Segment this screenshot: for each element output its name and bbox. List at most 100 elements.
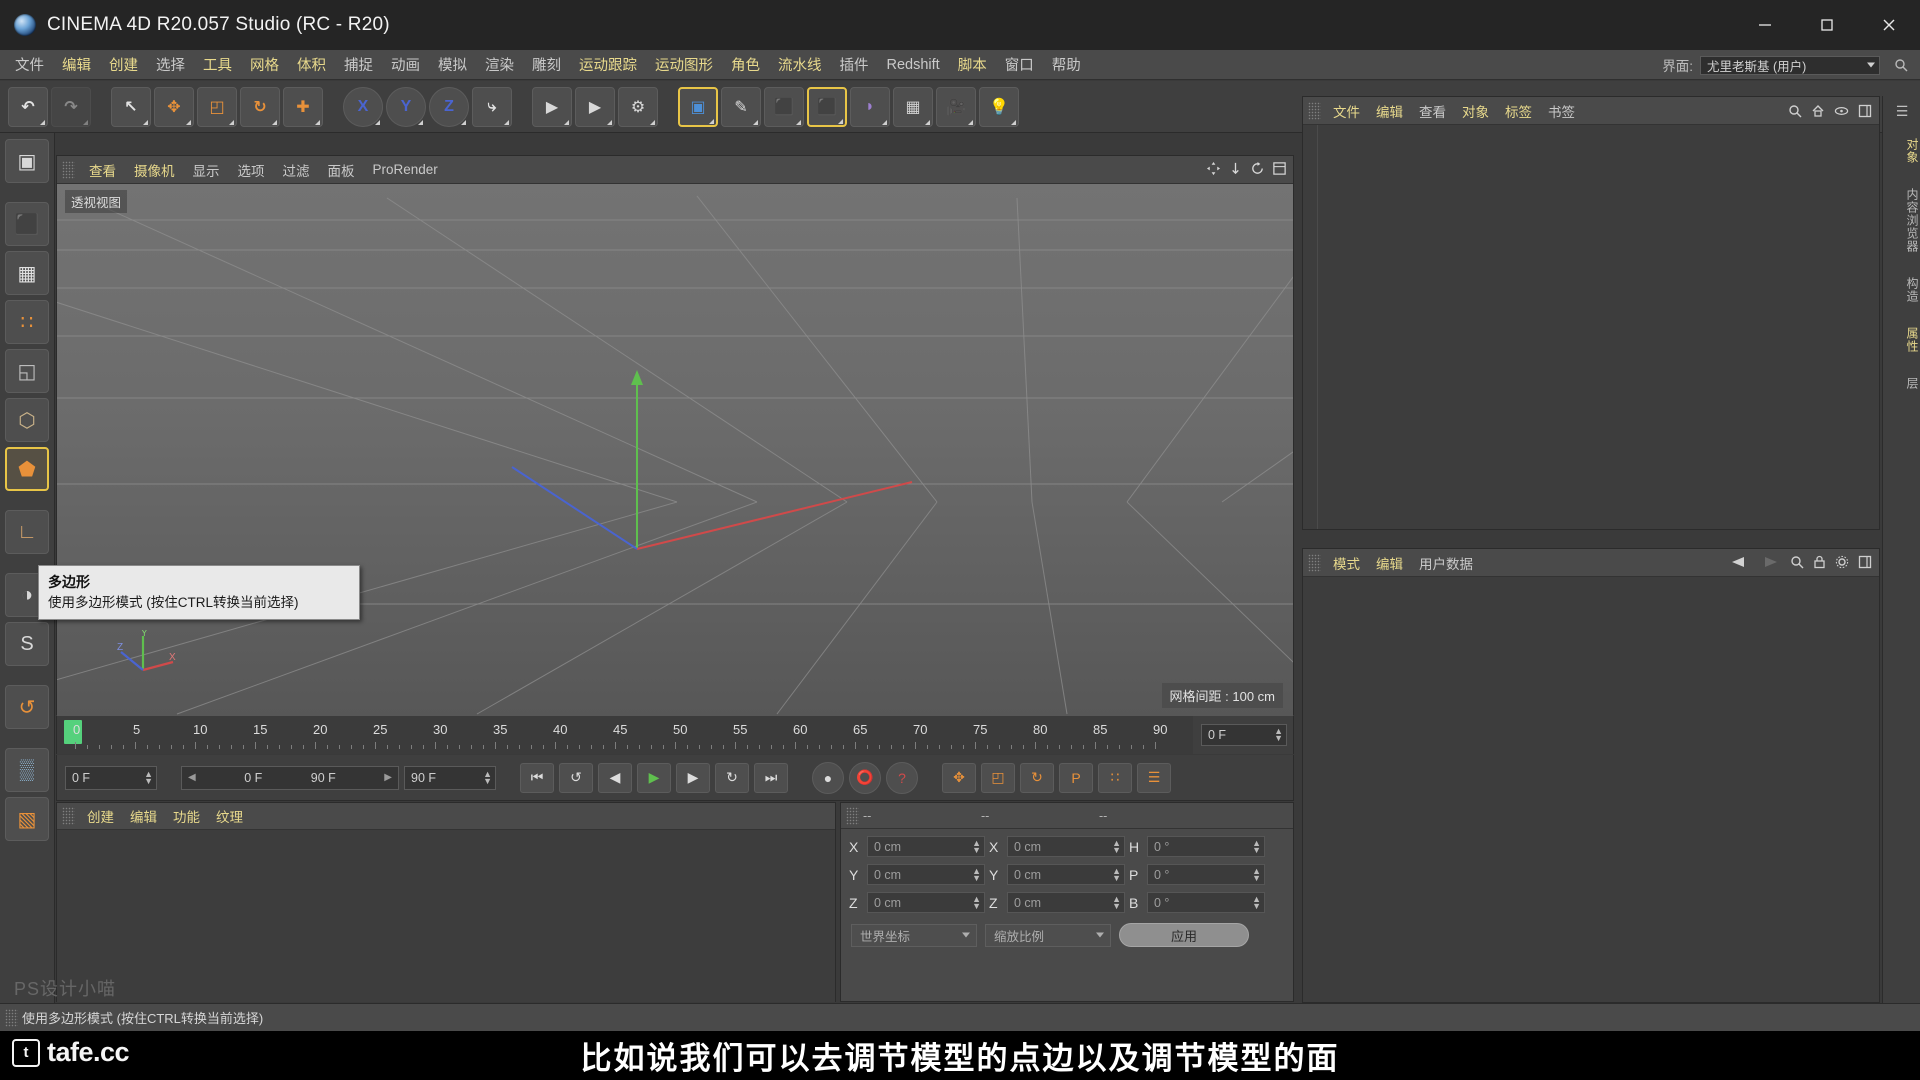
menu-item-9[interactable]: 模拟: [429, 50, 476, 80]
position-key-button[interactable]: ✥: [942, 762, 976, 793]
gear-icon[interactable]: [1835, 555, 1849, 572]
home-icon[interactable]: [1811, 104, 1825, 121]
right-tabs-menu-icon[interactable]: ☰: [1883, 96, 1920, 126]
dropdown-corner-icon[interactable]: [925, 119, 930, 125]
viewport-canvas[interactable]: Z Y X 透视视图 网格间距 : 100 cm: [57, 184, 1293, 716]
coord-rotation-input[interactable]: 0 ° ▲ ▼: [1147, 892, 1265, 913]
search-icon[interactable]: [1788, 104, 1802, 121]
dropdown-corner-icon[interactable]: [418, 119, 423, 125]
range-left-handle-icon[interactable]: ◀: [188, 772, 196, 783]
scale-mode-dropdown[interactable]: 缩放比例: [985, 923, 1111, 947]
viewport-menu-3[interactable]: 选项: [230, 156, 273, 184]
move-tool-button[interactable]: ✥: [154, 86, 194, 127]
attribute-menu-0[interactable]: 模式: [1325, 549, 1368, 577]
right-tab-3[interactable]: 属性: [1883, 315, 1920, 365]
timeline-range-bar[interactable]: ◀ 0 F 90 F ▶: [181, 765, 399, 790]
transform-tool-button[interactable]: ✚: [283, 86, 323, 127]
maximize-button[interactable]: [1796, 0, 1858, 50]
uv-points-button[interactable]: ▒: [5, 748, 49, 792]
workplane-button[interactable]: S: [5, 622, 49, 666]
dropdown-corner-icon[interactable]: [186, 119, 191, 125]
add-cube-object-button[interactable]: ▣: [678, 86, 718, 127]
dropdown-corner-icon[interactable]: [1011, 119, 1016, 125]
render-region-button[interactable]: ▶: [575, 86, 615, 127]
points-mode-button[interactable]: ∷: [5, 300, 49, 344]
object-menu-1[interactable]: 编辑: [1368, 97, 1411, 125]
spinner-icon[interactable]: ▲ ▼: [972, 894, 981, 910]
rotate-view-icon[interactable]: [1250, 161, 1265, 179]
parameter-key-button[interactable]: P: [1059, 762, 1093, 793]
spinner-icon[interactable]: ▲ ▼: [1112, 838, 1121, 854]
panel-grip-icon[interactable]: [62, 807, 75, 825]
object-menu-5[interactable]: 书签: [1540, 97, 1583, 125]
panel-grip-icon[interactable]: [1308, 553, 1321, 572]
dropdown-corner-icon[interactable]: [564, 119, 569, 125]
axis-mode-button[interactable]: ∟: [5, 510, 49, 554]
scale-key-button[interactable]: ◰: [981, 762, 1015, 793]
redo-button[interactable]: ↷: [51, 86, 91, 127]
scale-tool-button[interactable]: ◰: [197, 86, 237, 127]
interface-dropdown[interactable]: 尤里老斯基 (用户): [1700, 55, 1880, 75]
dropdown-corner-icon[interactable]: [607, 119, 612, 125]
menu-item-3[interactable]: 选择: [147, 50, 194, 80]
back-arrow-icon[interactable]: [1728, 555, 1750, 572]
texture-mode-button[interactable]: ▦: [5, 251, 49, 295]
menu-item-17[interactable]: Redshift: [878, 50, 949, 80]
dropdown-corner-icon[interactable]: [709, 118, 714, 124]
panel-icon[interactable]: [1858, 104, 1872, 121]
add-light-button[interactable]: 💡: [979, 86, 1019, 127]
panel-grip-icon[interactable]: [1308, 101, 1321, 120]
goto-end-button[interactable]: ⏭: [754, 762, 788, 793]
object-menu-0[interactable]: 文件: [1325, 97, 1368, 125]
coord-position-input[interactable]: 0 cm ▲ ▼: [867, 836, 985, 857]
minimize-button[interactable]: [1734, 0, 1796, 50]
viewport-menu-6[interactable]: ProRender: [365, 156, 446, 184]
panel-grip-icon[interactable]: [846, 806, 859, 825]
dropdown-corner-icon[interactable]: [838, 118, 843, 124]
dropdown-corner-icon[interactable]: [229, 119, 234, 125]
spinner-icon[interactable]: ▲ ▼: [972, 838, 981, 854]
lock-icon[interactable]: [1813, 555, 1826, 572]
render-settings-button[interactable]: ⚙: [618, 86, 658, 127]
dropdown-corner-icon[interactable]: [461, 119, 466, 125]
spinner-icon[interactable]: ▲ ▼: [972, 866, 981, 882]
viewport-menu-0[interactable]: 查看: [81, 156, 124, 184]
material-menu-1[interactable]: 编辑: [122, 802, 165, 830]
coord-position-input[interactable]: 0 cm ▲ ▼: [867, 864, 985, 885]
step-back-button[interactable]: ◀: [598, 762, 632, 793]
menu-item-15[interactable]: 流水线: [769, 50, 831, 80]
search-icon[interactable]: [1894, 58, 1908, 75]
object-menu-4[interactable]: 标签: [1497, 97, 1540, 125]
right-tab-1[interactable]: 内容浏览器: [1883, 176, 1920, 265]
viewport-menu-4[interactable]: 过滤: [275, 156, 318, 184]
timeline-start-field[interactable]: 0 F ▲ ▼: [65, 765, 157, 790]
coord-size-input[interactable]: 0 cm ▲ ▼: [1007, 836, 1125, 857]
coord-position-input[interactable]: 0 cm ▲ ▼: [867, 892, 985, 913]
dropdown-corner-icon[interactable]: [40, 119, 45, 125]
material-menu-2[interactable]: 功能: [165, 802, 208, 830]
material-menu-0[interactable]: 创建: [79, 802, 122, 830]
point-level-anim-button[interactable]: ∷: [1098, 762, 1132, 793]
current-frame-field[interactable]: 0 F ▲ ▼: [1201, 724, 1287, 746]
play-button[interactable]: ▶: [637, 762, 671, 793]
add-spline-button[interactable]: ✎: [721, 86, 761, 127]
menu-item-12[interactable]: 运动跟踪: [570, 50, 646, 80]
apply-button[interactable]: 应用: [1119, 923, 1249, 947]
spinner-icon[interactable]: ▲ ▼: [1112, 866, 1121, 882]
add-array-button[interactable]: ⬛: [807, 86, 847, 127]
select-tool-button[interactable]: ↖: [111, 86, 151, 127]
right-tab-4[interactable]: 层: [1883, 365, 1920, 402]
spinner-icon[interactable]: ▲ ▼: [1274, 727, 1283, 743]
spinner-icon[interactable]: ▲ ▼: [1252, 894, 1261, 910]
add-scene-object-button[interactable]: ▦: [893, 86, 933, 127]
add-camera-button[interactable]: 🎥: [936, 86, 976, 127]
spinner-icon[interactable]: ▲ ▼: [1112, 894, 1121, 910]
viewport-menu-2[interactable]: 显示: [185, 156, 228, 184]
search-icon[interactable]: [1790, 555, 1804, 572]
menu-item-7[interactable]: 捕捉: [335, 50, 382, 80]
enable-axis-button[interactable]: ↺: [5, 685, 49, 729]
material-manager-body[interactable]: [57, 830, 835, 1002]
coordinate-system-dropdown[interactable]: 世界坐标: [851, 923, 977, 947]
menu-item-0[interactable]: 文件: [6, 50, 53, 80]
dropdown-corner-icon[interactable]: [882, 119, 887, 125]
